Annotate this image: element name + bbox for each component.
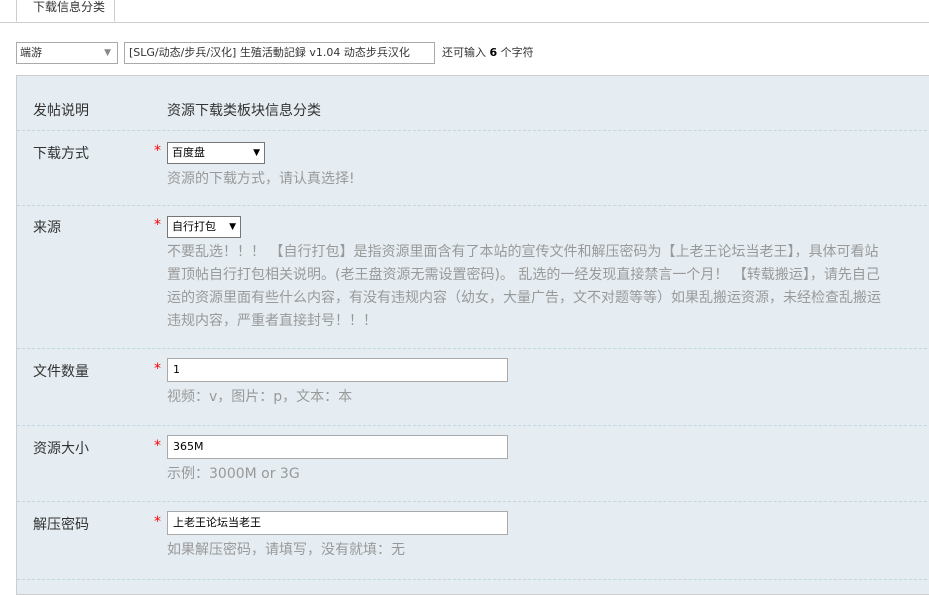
required-mark: * — [154, 217, 161, 233]
download-method-select[interactable]: 百度盘 ▼ — [167, 142, 265, 164]
row-download-method: 下载方式 * 百度盘 ▼ 资源的下载方式，请认真选择! — [17, 130, 929, 206]
download-method-hint: 资源的下载方式，请认真选择! — [167, 171, 355, 187]
chevron-down-icon: ▼ — [229, 222, 236, 232]
size-hint: 示例：3000M or 3G — [167, 466, 300, 482]
password-label: 解压密码 — [33, 517, 89, 533]
file-count-value: 1 — [173, 363, 180, 376]
remaining-chars: 还可输入 6 个字符 — [442, 42, 534, 64]
row-source: 来源 * 自行打包 ▼ 不要乱选！！！ 【自行打包】是指资源里面含有了本站的宣传… — [17, 205, 929, 349]
download-method-value: 百度盘 — [172, 146, 205, 159]
required-mark: * — [154, 514, 161, 530]
password-hint: 如果解压密码，请填写，没有就填：无 — [167, 542, 405, 558]
source-hint-line: 不要乱选！！！ 【自行打包】是指资源里面含有了本站的宣传文件和解压密码为【上老王… — [167, 244, 879, 260]
remaining-count: 6 — [489, 46, 498, 59]
intro-label: 发帖说明 — [33, 103, 89, 119]
chevron-down-icon: ▼ — [104, 48, 111, 58]
password-value: 上老王论坛当老王 — [173, 516, 261, 529]
row-password: 解压密码 * 上老王论坛当老王 如果解压密码，请填写，没有就填：无 — [17, 501, 929, 580]
intro-value: 资源下载类板块信息分类 — [167, 103, 321, 119]
file-count-input[interactable]: 1 — [167, 358, 508, 382]
required-mark: * — [154, 438, 161, 454]
source-value: 自行打包 — [172, 220, 216, 233]
thread-title-value: [SLG/动态/步兵/汉化] 生殖活動記録 v1.04 动态步兵汉化 — [129, 46, 410, 59]
row-size: 资源大小 * 365M 示例：3000M or 3G — [17, 425, 929, 502]
remaining-suffix: 个字符 — [500, 46, 534, 59]
file-count-label: 文件数量 — [33, 364, 89, 380]
source-hint-line: 置顶帖自行打包相关说明。(老王盘资源无需设置密码)。 乱选的一经发现直接禁言一个… — [167, 267, 880, 283]
thread-type-select[interactable]: 端游 ▼ — [16, 42, 118, 64]
source-hint-line: 违规内容，严重者直接封号！！！ — [167, 313, 377, 329]
thread-type-value: 端游 — [20, 46, 42, 59]
tab-label: 下载信息分类 — [33, 0, 106, 14]
remaining-prefix: 还可输入 — [442, 46, 486, 59]
title-row: 端游 ▼ [SLG/动态/步兵/汉化] 生殖活動記録 v1.04 动态步兵汉化 … — [0, 42, 929, 64]
download-method-label: 下载方式 — [33, 146, 89, 162]
row-intro: 发帖说明 资源下载类板块信息分类 — [17, 76, 929, 131]
size-value: 365M — [173, 440, 204, 453]
thread-title-input[interactable]: [SLG/动态/步兵/汉化] 生殖活動記録 v1.04 动态步兵汉化 — [124, 42, 435, 64]
source-hint-line: 运的资源里面有些什么内容，有没有违规内容（幼女，大量广告，文不对题等等）如果乱搬… — [167, 290, 881, 306]
required-mark: * — [154, 361, 161, 377]
tab-download-info-category[interactable]: 下载信息分类 — [16, 0, 115, 22]
source-select[interactable]: 自行打包 ▼ — [167, 216, 241, 238]
required-mark: * — [154, 143, 161, 159]
chevron-down-icon: ▼ — [253, 148, 260, 158]
password-input[interactable]: 上老王论坛当老王 — [167, 511, 508, 535]
row-file-count: 文件数量 * 1 视频：v，图片：p，文本：本 — [17, 348, 929, 426]
size-input[interactable]: 365M — [167, 435, 508, 459]
form-panel: 发帖说明 资源下载类板块信息分类 下载方式 * 百度盘 ▼ 资源的下载方式，请认… — [16, 75, 929, 595]
file-count-hint: 视频：v，图片：p，文本：本 — [167, 389, 353, 405]
tab-bar: 下载信息分类 — [0, 0, 929, 23]
source-label: 来源 — [33, 220, 61, 236]
size-label: 资源大小 — [33, 441, 89, 457]
